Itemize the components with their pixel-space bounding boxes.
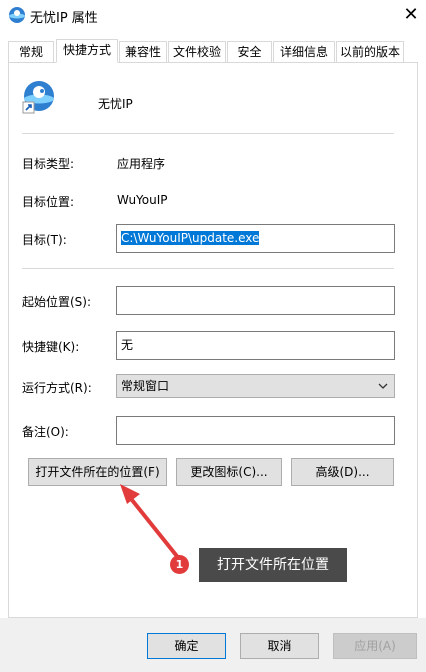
hotkey-label: 快捷键(K): [22, 340, 80, 354]
tab-previous-versions[interactable]: 以前的版本 [336, 41, 404, 62]
hotkey-input[interactable]: 无 [116, 331, 395, 360]
app-icon [9, 7, 25, 23]
app-name: 无忧IP [98, 97, 133, 111]
ok-button[interactable]: 确定 [147, 633, 226, 659]
window-title: 无忧IP 属性 [30, 11, 98, 26]
target-type-value: 应用程序 [117, 157, 166, 171]
tab-general[interactable]: 常规 [8, 41, 54, 62]
tab-shortcut[interactable]: 快捷方式 [56, 39, 118, 63]
run-select-value: 常规窗口 [121, 379, 170, 393]
target-location-label: 目标位置: [22, 195, 75, 209]
divider [22, 268, 394, 269]
tab-details[interactable]: 详细信息 [273, 41, 335, 62]
chevron-down-icon [378, 383, 388, 389]
apply-button[interactable]: 应用(A) [333, 633, 417, 659]
change-icon-button[interactable]: 更改图标(C)... [176, 458, 282, 486]
annotation-badge: 1 [170, 555, 189, 574]
start-in-input[interactable] [116, 286, 395, 315]
tab-file-hash[interactable]: 文件校验 [168, 41, 226, 62]
annotation-callout: 打开文件所在位置 [199, 548, 347, 582]
tab-security[interactable]: 安全 [227, 41, 272, 62]
close-icon[interactable]: ✕ [396, 0, 426, 30]
target-input[interactable]: C:\WuYouIP\update.exe [116, 224, 395, 253]
advanced-button[interactable]: 高级(D)... [291, 458, 394, 486]
target-location-value: WuYouIP [117, 193, 168, 207]
target-input-text: C:\WuYouIP\update.exe [121, 231, 260, 245]
comment-label: 备注(O): [22, 425, 69, 439]
divider [22, 133, 394, 134]
comment-input[interactable] [116, 416, 395, 445]
run-label: 运行方式(R): [22, 381, 92, 395]
app-large-icon [22, 81, 54, 114]
target-label: 目标(T): [22, 233, 67, 247]
start-in-label: 起始位置(S): [22, 295, 92, 309]
run-select[interactable]: 常规窗口 [116, 374, 395, 398]
cancel-button[interactable]: 取消 [240, 633, 319, 659]
target-type-label: 目标类型: [22, 157, 75, 171]
tab-compatibility[interactable]: 兼容性 [119, 41, 167, 62]
